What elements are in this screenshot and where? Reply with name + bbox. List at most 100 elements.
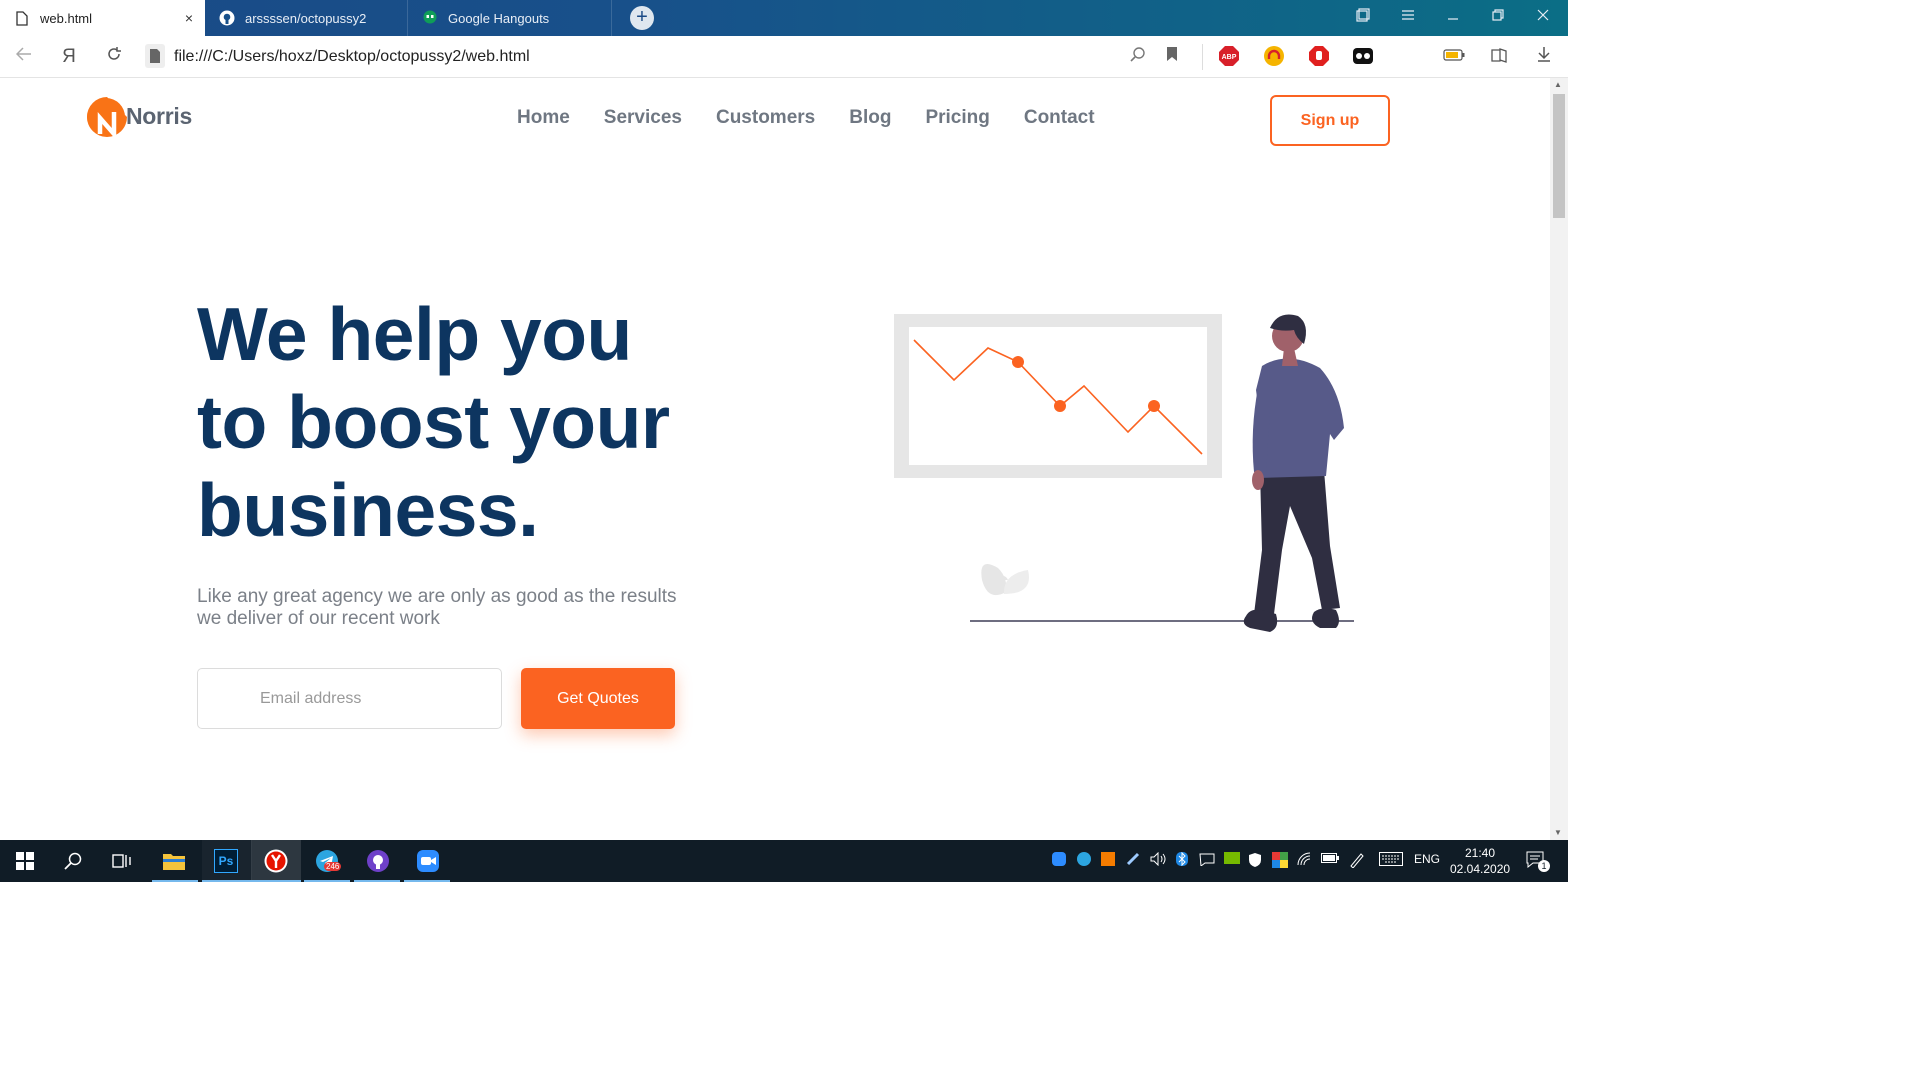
notifications-icon[interactable]: 1 [1526, 850, 1550, 872]
keyboard-icon[interactable] [1379, 852, 1403, 869]
nvidia-icon[interactable] [1224, 852, 1240, 867]
tabs-overview-icon[interactable] [1353, 8, 1373, 25]
tray-rocket-icon[interactable] [1126, 852, 1140, 869]
zoom-icon[interactable] [415, 848, 441, 874]
nav-pricing[interactable]: Pricing [925, 107, 989, 129]
close-window-icon[interactable] [1533, 8, 1553, 24]
hero-subtitle-line: we deliver of our recent work [197, 608, 440, 629]
brand-name: Norris [126, 102, 192, 129]
hero-title-line: We help you [197, 292, 632, 376]
stop-hand-icon[interactable] [1308, 45, 1330, 67]
system-clock[interactable]: 21:40 02.04.2020 [1450, 845, 1510, 877]
tab-title: web.html [40, 10, 93, 26]
bookmark-icon[interactable] [1161, 46, 1183, 68]
tab-google-hangouts[interactable]: Google Hangouts [408, 0, 612, 36]
hero-title-line: to boost your [197, 380, 670, 464]
downloads-icon[interactable] [1533, 46, 1555, 68]
trend-point [1148, 400, 1160, 412]
mask-extension-icon[interactable] [1352, 45, 1374, 67]
document-icon [14, 10, 30, 26]
photoshop-icon[interactable]: Ps [213, 848, 239, 874]
menu-icon[interactable] [1398, 8, 1418, 24]
tab-web-html[interactable]: web.html × [0, 0, 205, 36]
file-protocol-icon [145, 44, 165, 68]
browser-tab-bar: web.html × arssssen/octopussy2 Google Ha… [0, 0, 1568, 36]
volume-icon[interactable] [1150, 851, 1166, 869]
hangouts-icon [422, 10, 438, 26]
signup-button[interactable]: Sign up [1270, 95, 1390, 146]
pen-icon[interactable] [1349, 852, 1365, 871]
hero-title: We help you to boost your business. [197, 290, 757, 554]
github-desktop-icon[interactable] [365, 848, 391, 874]
file-explorer-icon[interactable] [161, 848, 187, 874]
hero-subtitle-line: Like any great agency we are only as goo… [197, 586, 677, 607]
back-icon[interactable] [13, 46, 35, 68]
logo-icon [86, 96, 127, 140]
url-field[interactable]: file:///C:/Users/hoxz/Desktop/octopussy2… [174, 48, 530, 66]
bluetooth-icon[interactable] [1176, 851, 1188, 869]
tray-colorful-icon[interactable] [1272, 852, 1288, 871]
task-indicator [354, 880, 400, 882]
restore-icon[interactable] [1488, 8, 1508, 24]
board-surface [909, 327, 1207, 465]
brand-logo[interactable]: Norris [86, 96, 192, 140]
page-scrollbar[interactable]: ▲ ▼ [1550, 78, 1568, 840]
github-icon [219, 10, 235, 26]
minimize-icon[interactable] [1443, 8, 1463, 24]
email-input[interactable]: Email address [197, 668, 502, 729]
tray-zoom-icon[interactable] [1052, 852, 1066, 869]
main-nav: Home Services Customers Blog Pricing Con… [517, 107, 1129, 129]
clock-time: 21:40 [1464, 846, 1496, 860]
nav-home[interactable]: Home [517, 107, 570, 129]
telegram-badge: 246 [324, 862, 342, 871]
yandex-browser-icon[interactable] [263, 848, 289, 874]
task-indicator [404, 880, 450, 882]
battery-icon[interactable] [1321, 852, 1339, 866]
address-bar: Я file:///C:/Users/hoxz/Desktop/octopuss… [0, 36, 1568, 78]
nav-blog[interactable]: Blog [849, 107, 891, 129]
windows-taskbar: Ps 246 ENG 21:40 02.04.2020 1 [0, 840, 1568, 882]
wifi-icon[interactable] [1297, 852, 1313, 869]
trend-point [1054, 400, 1066, 412]
reload-icon[interactable] [103, 46, 125, 68]
search-icon[interactable] [60, 848, 86, 874]
tab-github[interactable]: arssssen/octopussy2 [205, 0, 408, 36]
get-quotes-button[interactable]: Get Quotes [521, 668, 675, 729]
plant-leaf [1004, 570, 1029, 594]
tray-announce-icon[interactable] [1199, 852, 1215, 869]
nav-customers[interactable]: Customers [716, 107, 815, 129]
new-tab-button[interactable]: + [630, 6, 654, 30]
web-page: Norris Home Services Customers Blog Pric… [0, 78, 1550, 840]
security-shield-icon[interactable] [1248, 852, 1262, 871]
battery-saver-icon[interactable] [1443, 46, 1465, 68]
plant-leaf [981, 564, 1007, 596]
windows-start-icon[interactable] [12, 848, 38, 874]
task-view-icon[interactable] [109, 848, 135, 874]
clock-date: 02.04.2020 [1450, 862, 1511, 876]
tab-title: arssssen/octopussy2 [245, 10, 367, 26]
scroll-down-icon[interactable]: ▼ [1554, 828, 1562, 837]
headphones-extension-icon[interactable] [1263, 45, 1285, 67]
trend-point [1012, 356, 1024, 368]
hero-illustration [894, 314, 1354, 632]
scroll-up-icon[interactable]: ▲ [1554, 80, 1562, 89]
nav-services[interactable]: Services [604, 107, 682, 129]
close-tab-icon[interactable]: × [185, 10, 193, 26]
hero-subtitle: Like any great agency we are only as goo… [197, 586, 717, 630]
telegram-icon[interactable]: 246 [314, 848, 342, 874]
yandex-home-icon[interactable]: Я [58, 46, 80, 68]
language-indicator[interactable]: ENG [1414, 852, 1440, 866]
notifications-count: 1 [1538, 860, 1550, 872]
photoshop-label: Ps [214, 849, 238, 873]
task-indicator [152, 880, 198, 882]
scroll-thumb[interactable] [1553, 94, 1565, 218]
hero-title-line: business. [197, 468, 539, 552]
adblock-plus-icon[interactable]: ABP [1218, 45, 1240, 67]
nav-contact[interactable]: Contact [1024, 107, 1095, 129]
reading-mode-icon[interactable] [1488, 46, 1510, 68]
tab-title: Google Hangouts [448, 10, 550, 26]
tray-app-icon[interactable] [1101, 852, 1115, 869]
task-indicator [204, 880, 250, 882]
search-page-icon[interactable] [1127, 46, 1149, 68]
tray-telegram-icon[interactable] [1077, 852, 1091, 869]
